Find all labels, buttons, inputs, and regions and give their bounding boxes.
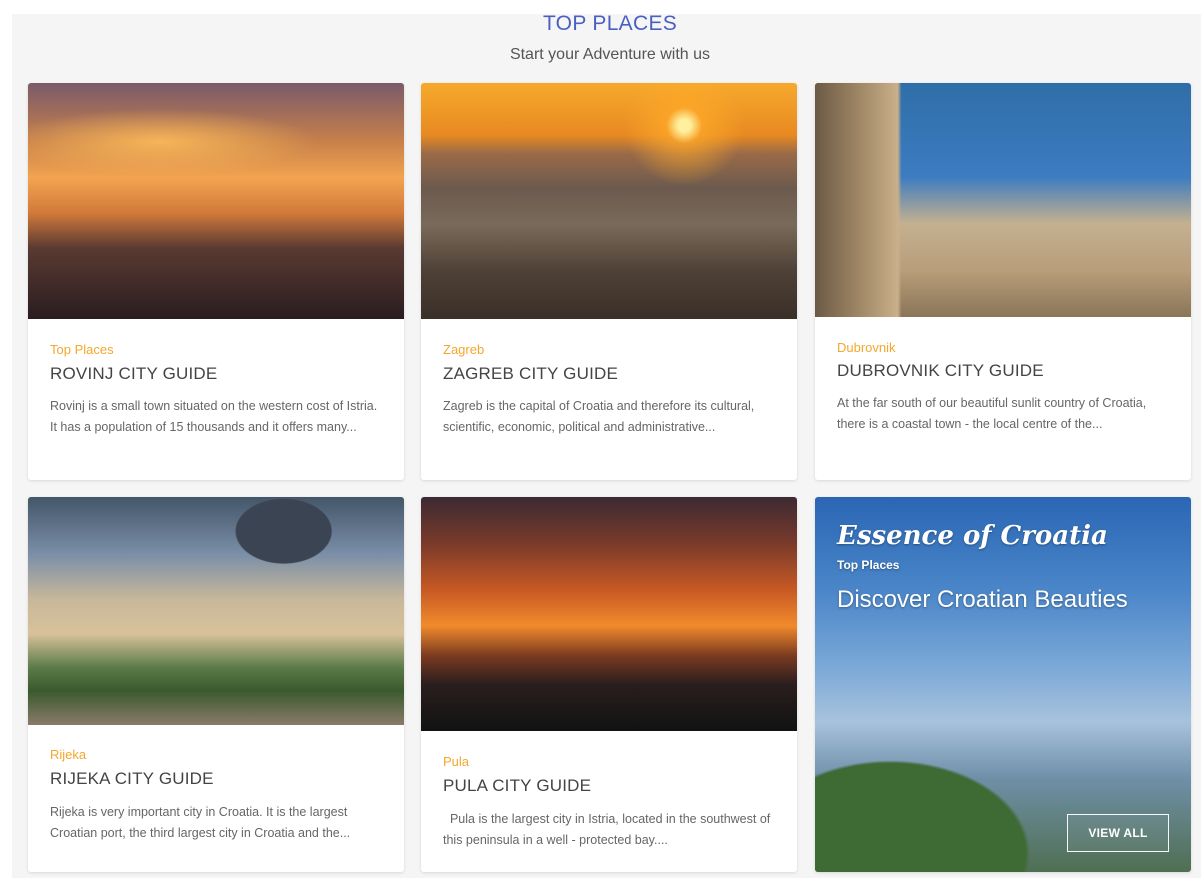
promo-headline[interactable]: Discover Croatian Beauties (837, 583, 1137, 617)
card-category[interactable]: Dubrovnik (837, 340, 896, 355)
card-rijeka[interactable]: Rijeka RIJEKA CITY GUIDE Rijeka is very … (28, 497, 404, 872)
promo-script-title: Essence of Croatia (837, 521, 1108, 551)
card-title[interactable]: PULA CITY GUIDE (443, 776, 591, 796)
card-image-rijeka[interactable] (28, 497, 404, 725)
card-description: Rijeka is very important city in Croatia… (50, 805, 351, 840)
card-title[interactable]: RIJEKA CITY GUIDE (50, 769, 214, 789)
view-all-button[interactable]: VIEW ALL (1067, 814, 1169, 852)
top-places-section: TOP PLACES Start your Adventure with us … (12, 12, 1201, 878)
card-category[interactable]: Rijeka (50, 747, 86, 762)
card-title[interactable]: DUBROVNIK CITY GUIDE (837, 361, 1044, 381)
card-zagreb[interactable]: Zagreb ZAGREB CITY GUIDE Zagreb is the c… (421, 83, 797, 480)
card-rovinj[interactable]: Top Places ROVINJ CITY GUIDE Rovinj is a… (28, 83, 404, 480)
card-image-rovinj[interactable] (28, 83, 404, 319)
section-subtitle: Start your Adventure with us (509, 46, 711, 63)
card-description: Zagreb is the capital of Croatia and the… (443, 399, 755, 434)
promo-category[interactable]: Top Places (837, 558, 899, 572)
card-category[interactable]: Pula (443, 754, 469, 769)
card-category[interactable]: Zagreb (443, 342, 484, 357)
promo-card-essence-of-croatia[interactable]: Essence of Croatia Top Places Discover C… (815, 497, 1191, 872)
card-category[interactable]: Top Places (50, 342, 114, 357)
card-image-zagreb[interactable] (421, 83, 797, 319)
card-title[interactable]: ROVINJ CITY GUIDE (50, 364, 217, 384)
card-image-pula[interactable] (421, 497, 797, 731)
card-image-dubrovnik[interactable] (815, 83, 1191, 317)
card-dubrovnik[interactable]: Dubrovnik DUBROVNIK CITY GUIDE At the fa… (815, 83, 1191, 480)
card-description: At the far south of our beautiful sunlit… (837, 396, 1147, 431)
card-title[interactable]: ZAGREB CITY GUIDE (443, 364, 618, 384)
card-description: Pula is the largest city in Istria, loca… (443, 812, 774, 847)
card-description: Rovinj is a small town situated on the w… (50, 399, 378, 434)
card-pula[interactable]: Pula PULA CITY GUIDE Pula is the largest… (421, 497, 797, 872)
section-title: TOP PLACES (542, 12, 678, 35)
